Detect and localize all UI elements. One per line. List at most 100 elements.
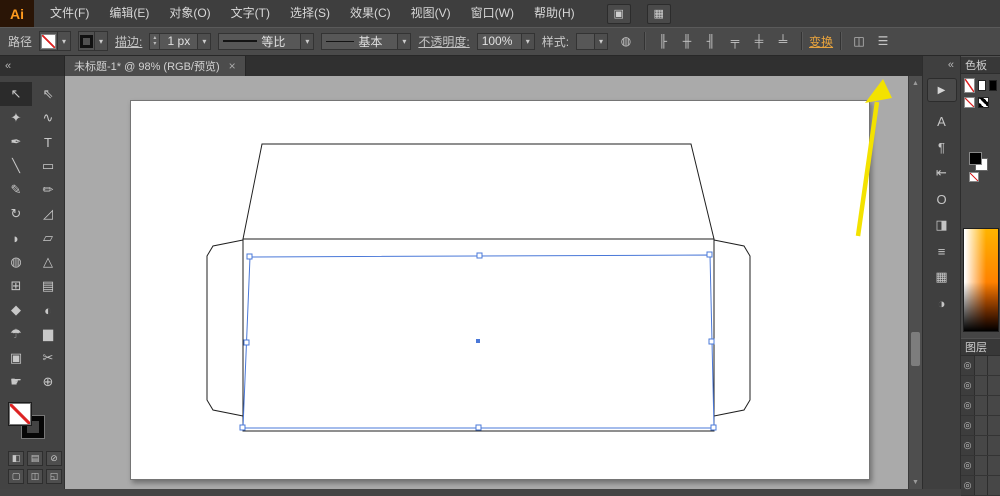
scroll-down-icon[interactable]: ▼ — [910, 476, 921, 488]
stroke-width-select[interactable]: ▴▾ 1 px ▾ — [149, 33, 211, 50]
scrollbar-thumb[interactable] — [911, 332, 920, 366]
white-swatch[interactable] — [978, 80, 986, 91]
layer-row[interactable]: ◎ — [961, 396, 1000, 416]
style-select[interactable]: ▾ — [576, 33, 608, 50]
gradient-mode-button[interactable]: ▤ — [27, 451, 43, 466]
tab-swatches[interactable]: 色板 — [961, 56, 1000, 74]
layer-row[interactable]: ◎ — [961, 436, 1000, 456]
layer-visibility-toggle[interactable]: ◎ — [961, 356, 975, 375]
toolbar-collapse-icon[interactable]: « — [0, 56, 65, 76]
rotate-tool[interactable]: ↻ — [0, 202, 32, 226]
anchor-point[interactable] — [476, 425, 481, 430]
none-swatch-small[interactable] — [964, 97, 975, 108]
layer-row[interactable]: ◎ — [961, 356, 1000, 376]
stroke-panel-link[interactable]: 描边: — [115, 33, 142, 50]
transform-panel-link[interactable]: 变换 — [809, 33, 833, 50]
anchor-point[interactable] — [240, 425, 245, 430]
menu-item[interactable]: 编辑(E) — [99, 0, 159, 27]
close-icon[interactable]: × — [229, 59, 236, 73]
recolor-artwork-icon[interactable]: ◍ — [615, 31, 637, 51]
fill-color-swatch[interactable] — [8, 402, 32, 426]
blend-tool[interactable]: ◐ — [32, 298, 64, 322]
zoom-tool[interactable]: ⊕ — [32, 370, 64, 394]
fill-color-control[interactable]: ▾ — [39, 31, 71, 51]
character-panel-icon[interactable]: A — [928, 111, 956, 131]
align-left-icon[interactable]: ╟ — [652, 31, 674, 51]
align-top-icon[interactable]: ╤ — [724, 31, 746, 51]
document-setup-icon[interactable]: ◫ — [848, 31, 870, 51]
menu-item[interactable]: 窗口(W) — [461, 0, 524, 27]
symbols-panel-icon[interactable]: ▦ — [928, 267, 956, 287]
align-v-center-icon[interactable]: ╪ — [748, 31, 770, 51]
stroke-color-control[interactable]: ▾ — [78, 31, 108, 51]
anchor-point[interactable] — [707, 252, 712, 257]
dock-collapse-icon[interactable]: « — [948, 56, 960, 74]
opacity-select[interactable]: 100% ▾ — [477, 33, 535, 50]
canvas-area[interactable] — [65, 76, 908, 489]
anchor-point[interactable] — [711, 425, 716, 430]
vertical-scrollbar[interactable]: ▲ ▼ — [908, 76, 922, 489]
bridge-icon[interactable]: ▣ — [607, 4, 631, 24]
workspace-switcher-icon[interactable]: ▦ — [647, 4, 671, 24]
expand-panels-icon[interactable]: ▶ — [927, 78, 957, 102]
anchor-point[interactable] — [709, 339, 714, 344]
layer-visibility-toggle[interactable]: ◎ — [961, 436, 975, 455]
eyedropper-tool[interactable]: ◆ — [0, 298, 32, 322]
menu-item[interactable]: 效果(C) — [340, 0, 401, 27]
stepper-icon[interactable]: ▴▾ — [150, 34, 160, 49]
color-fill-swatch[interactable] — [969, 152, 982, 165]
align-bottom-icon[interactable]: ╧ — [772, 31, 794, 51]
perspective-grid-tool[interactable]: △ — [32, 250, 64, 274]
symbol-sprayer-tool[interactable]: ☂ — [0, 322, 32, 346]
selection-tool[interactable]: ↖ — [0, 82, 32, 106]
envelope-left-tab[interactable] — [207, 240, 243, 416]
paragraph-panel-icon[interactable]: ¶ — [928, 137, 956, 157]
align-h-center-icon[interactable]: ╫ — [676, 31, 698, 51]
artboard-tool[interactable]: ▣ — [0, 346, 32, 370]
graphic-styles-panel-icon[interactable]: ≡ — [928, 241, 956, 261]
envelope-top-flap[interactable] — [243, 144, 714, 239]
magic-wand-tool[interactable]: ✦ — [0, 106, 32, 130]
width-profile-select[interactable]: 等比 ▾ — [218, 33, 314, 50]
scroll-up-icon[interactable]: ▲ — [910, 77, 921, 89]
pencil-tool[interactable]: ✏ — [32, 178, 64, 202]
color-none-swatch[interactable] — [969, 172, 979, 182]
tab-layers[interactable]: 图层 — [961, 338, 1000, 356]
anchor-point[interactable] — [477, 253, 482, 258]
anchor-point[interactable] — [247, 254, 252, 259]
direct-selection-tool[interactable]: ⇖ — [32, 82, 64, 106]
rectangle-tool[interactable]: ▭ — [32, 154, 64, 178]
opentype-panel-icon[interactable]: O — [928, 189, 956, 209]
scale-tool[interactable]: ◿ — [32, 202, 64, 226]
screen-mode-button[interactable]: ◱ — [46, 469, 62, 484]
paintbrush-tool[interactable]: ✎ — [0, 178, 32, 202]
none-mode-button[interactable]: ⊘ — [46, 451, 62, 466]
menu-item[interactable]: 视图(V) — [401, 0, 461, 27]
draw-behind-button[interactable]: ◫ — [27, 469, 43, 484]
color-spectrum-picker[interactable] — [963, 228, 999, 332]
lasso-tool[interactable]: ∿ — [32, 106, 64, 130]
layer-visibility-toggle[interactable]: ◎ — [961, 456, 975, 475]
registration-swatch[interactable] — [978, 97, 989, 108]
envelope-right-tab[interactable] — [714, 240, 750, 416]
brush-select[interactable]: 基本 ▾ — [321, 33, 411, 50]
appearance-panel-icon[interactable]: ◨ — [928, 215, 956, 235]
color-mode-button[interactable]: ◧ — [8, 451, 24, 466]
layer-row[interactable]: ◎ — [961, 376, 1000, 396]
draw-normal-button[interactable]: ▢ — [8, 469, 24, 484]
mesh-tool[interactable]: ⊞ — [0, 274, 32, 298]
black-swatch[interactable] — [989, 80, 997, 91]
shape-builder-tool[interactable]: ◍ — [0, 250, 32, 274]
layer-visibility-toggle[interactable]: ◎ — [961, 376, 975, 395]
menu-item[interactable]: 文件(F) — [40, 0, 99, 27]
layer-visibility-toggle[interactable]: ◎ — [961, 396, 975, 415]
menu-item[interactable]: 对象(O) — [159, 0, 220, 27]
color-guide-panel-icon[interactable]: ◑ — [928, 293, 956, 313]
slice-tool[interactable]: ✂ — [32, 346, 64, 370]
document-tab[interactable]: 未标题-1* @ 98% (RGB/预览) × — [65, 56, 246, 76]
gradient-tool[interactable]: ▤ — [32, 274, 64, 298]
layer-visibility-toggle[interactable]: ◎ — [961, 476, 975, 495]
anchor-point[interactable] — [244, 340, 249, 345]
width-tool[interactable]: ◗ — [0, 226, 32, 250]
envelope-body[interactable] — [243, 239, 714, 431]
